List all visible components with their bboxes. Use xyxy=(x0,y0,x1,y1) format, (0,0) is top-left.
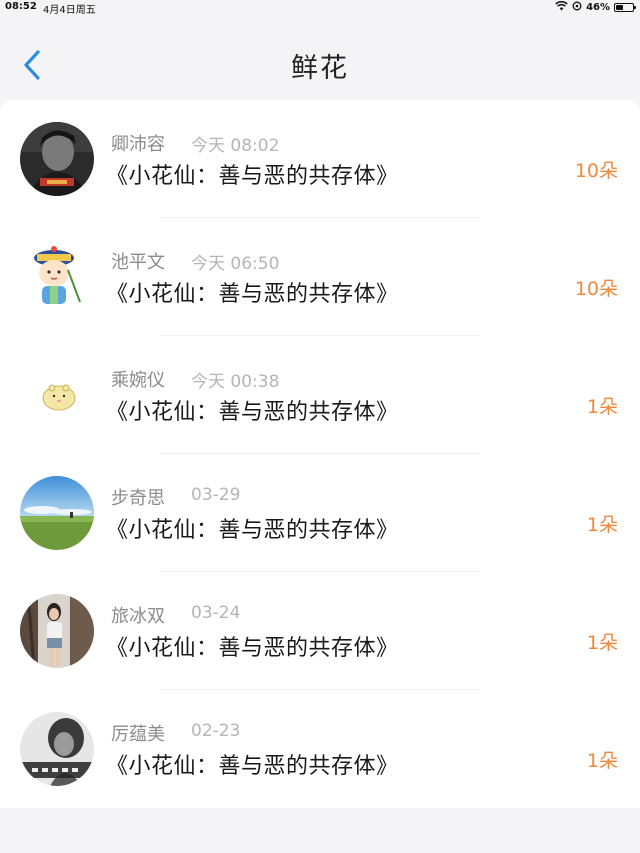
wifi-icon xyxy=(555,0,568,14)
flower-count: 1朵 xyxy=(586,514,618,536)
list-item[interactable]: 池平文 今天 06:50 《小花仙：善与恶的共存体》 10朵 xyxy=(0,218,640,336)
flower-count: 1朵 xyxy=(586,750,618,772)
flower-list: 卿沛容 今天 08:02 《小花仙：善与恶的共存体》 10朵 池平文 今天 06… xyxy=(0,100,640,808)
status-indicators: 46% xyxy=(555,0,636,14)
book-title: 《小花仙：善与恶的共存体》 xyxy=(106,164,399,189)
status-time: 08:52 xyxy=(5,1,37,12)
sender-name: 乘婉仪 xyxy=(111,370,165,391)
avatar xyxy=(20,122,94,196)
sent-time: 03-29 xyxy=(191,485,241,505)
status-date: 4月4日周五 xyxy=(43,5,96,16)
list-item[interactable]: 卿沛容 今天 08:02 《小花仙：善与恶的共存体》 10朵 xyxy=(0,100,640,218)
sent-time: 今天 08:02 xyxy=(191,136,280,156)
book-title: 《小花仙：善与恶的共存体》 xyxy=(106,754,399,779)
list-item[interactable]: 步奇思 03-29 《小花仙：善与恶的共存体》 1朵 xyxy=(0,454,640,572)
sent-time: 今天 06:50 xyxy=(191,254,280,274)
avatar xyxy=(20,240,94,314)
flower-count: 10朵 xyxy=(574,160,618,182)
sender-name: 池平文 xyxy=(111,252,165,273)
avatar xyxy=(20,712,94,786)
flower-count: 1朵 xyxy=(586,396,618,418)
list-item[interactable]: 厉蕴美 02-23 《小花仙：善与恶的共存体》 1朵 xyxy=(0,690,640,808)
avatar xyxy=(20,476,94,550)
book-title: 《小花仙：善与恶的共存体》 xyxy=(106,400,399,425)
page-title: 鲜花 xyxy=(291,53,349,84)
book-title: 《小花仙：善与恶的共存体》 xyxy=(106,518,399,543)
sent-time: 02-23 xyxy=(191,721,241,741)
sender-name: 步奇思 xyxy=(111,488,165,509)
battery-icon xyxy=(614,3,636,12)
status-bar: 08:52 4月4日周五 46% xyxy=(0,0,640,16)
sender-name: 卿沛容 xyxy=(111,134,165,155)
avatar xyxy=(20,594,94,668)
book-title: 《小花仙：善与恶的共存体》 xyxy=(106,636,399,661)
list-item[interactable]: 旅冰双 03-24 《小花仙：善与恶的共存体》 1朵 xyxy=(0,572,640,690)
sender-name: 厉蕴美 xyxy=(111,724,165,745)
nav-bar: 鲜花 xyxy=(0,16,640,98)
list-item[interactable]: 乘婉仪 今天 00:38 《小花仙：善与恶的共存体》 1朵 xyxy=(0,336,640,454)
battery-percent: 46% xyxy=(586,2,610,13)
sent-time: 03-24 xyxy=(191,603,241,623)
sent-time: 今天 00:38 xyxy=(191,372,280,392)
avatar xyxy=(20,358,94,432)
book-title: 《小花仙：善与恶的共存体》 xyxy=(106,282,399,307)
flower-count: 1朵 xyxy=(586,632,618,654)
sender-name: 旅冰双 xyxy=(111,606,165,627)
orientation-lock-icon xyxy=(572,1,582,14)
flower-count: 10朵 xyxy=(574,278,618,300)
